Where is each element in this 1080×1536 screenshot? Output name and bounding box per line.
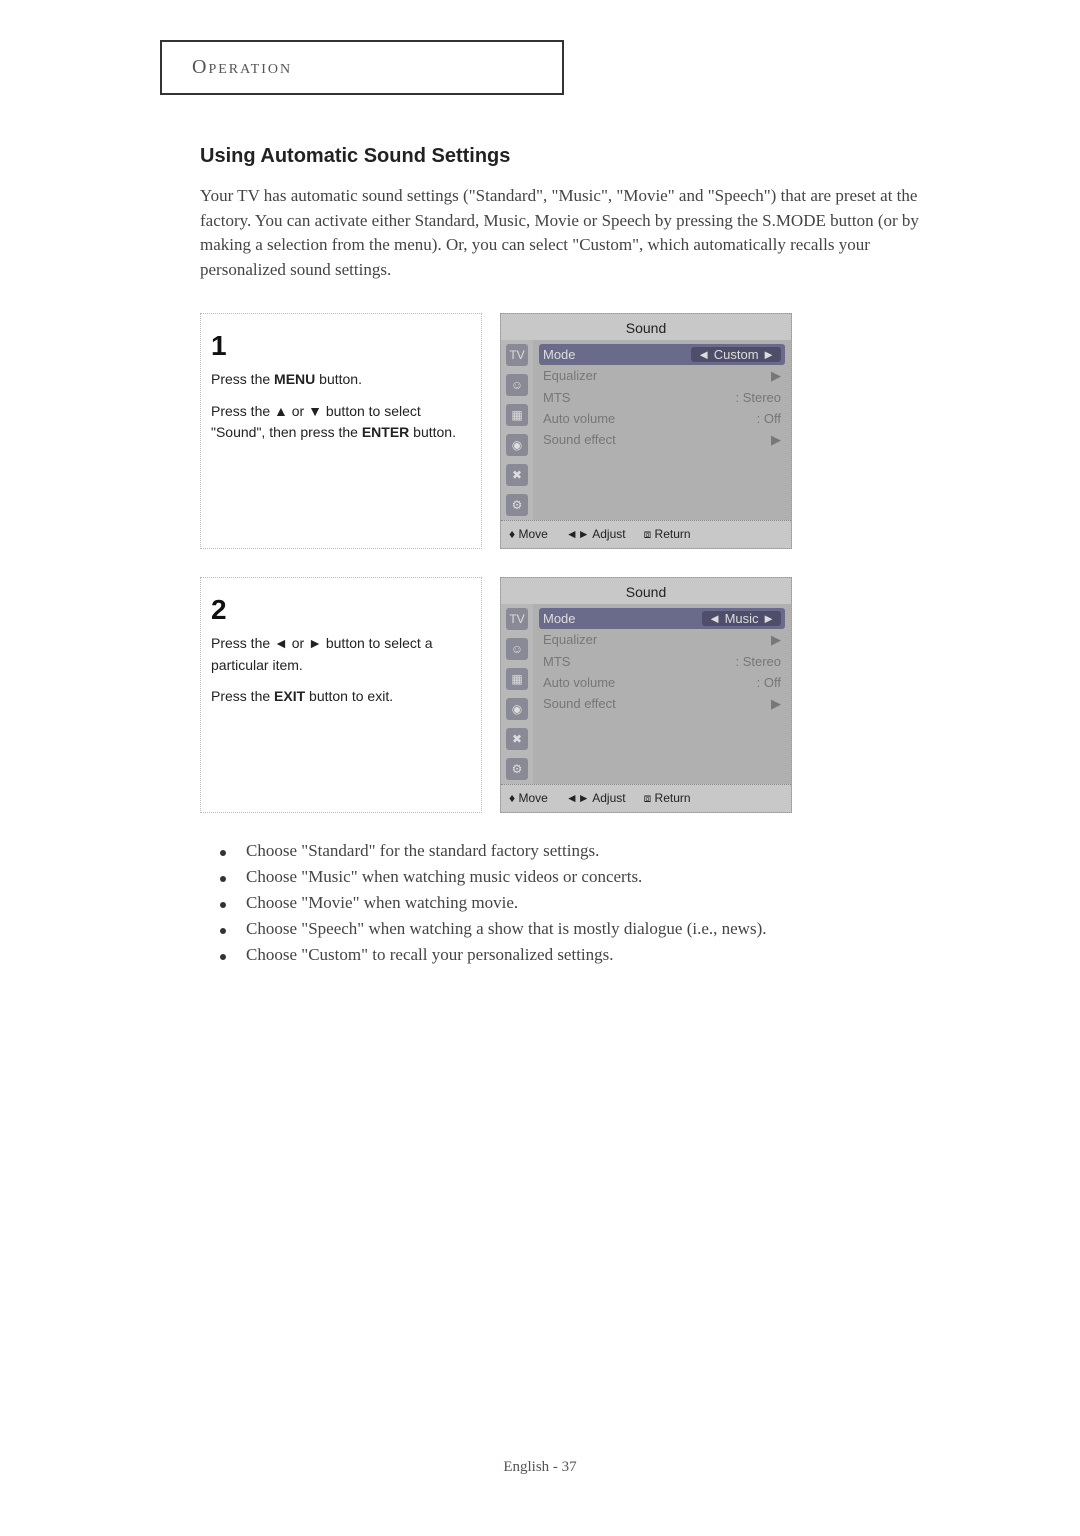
osd-row-value: : Off: [757, 411, 781, 426]
osd-row-label: Equalizer: [543, 368, 597, 384]
osd-row-value: ▶: [771, 696, 781, 712]
bullet-dot-icon: [220, 902, 226, 908]
osd-category-icon: ▦: [506, 668, 528, 690]
osd-hint: ◄► Adjust: [566, 527, 626, 542]
bullet-dot-icon: [220, 954, 226, 960]
osd-row-label: Mode: [543, 611, 576, 626]
bullet-item: Choose "Custom" to recall your personali…: [200, 945, 960, 965]
osd-row-label: Auto volume: [543, 411, 615, 426]
step-instructions: 2Press the ◄ or ► button to select a par…: [200, 577, 482, 813]
step-line: Press the ▲ or ▼ button to select "Sound…: [211, 401, 471, 444]
bullet-text: Choose "Speech" when watching a show tha…: [246, 919, 766, 939]
osd-row-value: ◄ Custom ►: [691, 347, 781, 362]
osd-row-value: ▶: [771, 432, 781, 448]
osd-category-icon: ✖: [506, 464, 528, 486]
osd-row: Auto volume : Off: [539, 408, 785, 429]
osd-icon-column: TV ☺ ▦ ◉ ✖ ⚙: [501, 340, 533, 520]
osd-category-icon: ☺: [506, 374, 528, 396]
bullet-list: Choose "Standard" for the standard facto…: [200, 841, 960, 965]
section-header: Operation: [192, 56, 292, 78]
osd-footer: ♦ Move ◄► Adjust ⧈ Return: [501, 784, 791, 812]
osd-footer: ♦ Move ◄► Adjust ⧈ Return: [501, 520, 791, 548]
osd-category-icon: ⚙: [506, 494, 528, 516]
step-block: 1Press the MENU button. Press the ▲ or ▼ …: [200, 313, 960, 549]
osd-category-icon: ◉: [506, 434, 528, 456]
osd-category-icon: TV: [506, 608, 528, 630]
step-block: 2Press the ◄ or ► button to select a par…: [200, 577, 960, 813]
step-line: Press the EXIT button to exit.: [211, 686, 471, 708]
osd-row: MTS : Stereo: [539, 651, 785, 672]
osd-icon-column: TV ☺ ▦ ◉ ✖ ⚙: [501, 604, 533, 784]
bullet-item: Choose "Movie" when watching movie.: [200, 893, 960, 913]
bullet-text: Choose "Custom" to recall your personali…: [246, 945, 614, 965]
osd-row-value: : Stereo: [735, 390, 781, 405]
osd-row-label: MTS: [543, 654, 570, 669]
intro-paragraph: Your TV has automatic sound settings ("S…: [200, 184, 960, 283]
osd-screenshot: Sound TV ☺ ▦ ◉ ✖ ⚙ Mode ◄ Custom ► Equalizer ▶ MTS:…: [500, 313, 792, 549]
bullet-dot-icon: [220, 928, 226, 934]
bullet-dot-icon: [220, 876, 226, 882]
bullet-dot-icon: [220, 850, 226, 856]
osd-row: Equalizer ▶: [539, 365, 785, 387]
osd-hint: ♦ Move: [509, 527, 548, 542]
osd-hint: ♦ Move: [509, 791, 548, 806]
osd-hint: ⧈ Return: [644, 791, 691, 806]
bullet-item: Choose "Music" when watching music video…: [200, 867, 960, 887]
section-header-box: Operation: [160, 40, 564, 95]
osd-row: Sound effect ▶: [539, 429, 785, 451]
osd-row-label: Equalizer: [543, 632, 597, 648]
osd-category-icon: ◉: [506, 698, 528, 720]
osd-row-label: Sound effect: [543, 432, 616, 448]
osd-category-icon: ✖: [506, 728, 528, 750]
osd-category-icon: TV: [506, 344, 528, 366]
osd-category-icon: ▦: [506, 404, 528, 426]
osd-row: Auto volume : Off: [539, 672, 785, 693]
osd-row-value: ▶: [771, 632, 781, 648]
osd-row-value: : Off: [757, 675, 781, 690]
step-line: Press the ◄ or ► button to select a part…: [211, 633, 471, 676]
osd-category-icon: ☺: [506, 638, 528, 660]
bullet-text: Choose "Standard" for the standard facto…: [246, 841, 599, 861]
osd-hint: ⧈ Return: [644, 527, 691, 542]
osd-row-value: ▶: [771, 368, 781, 384]
osd-row-label: MTS: [543, 390, 570, 405]
osd-row-label: Sound effect: [543, 696, 616, 712]
osd-row: Equalizer ▶: [539, 629, 785, 651]
osd-screenshot: Sound TV ☺ ▦ ◉ ✖ ⚙ Mode ◄ Music ► Equalizer ▶ MTS : …: [500, 577, 792, 813]
osd-row-value: : Stereo: [735, 654, 781, 669]
osd-title: Sound: [501, 314, 791, 340]
page-footer: English - 37: [0, 1459, 1080, 1476]
bullet-text: Choose "Movie" when watching movie.: [246, 893, 518, 913]
osd-row: Sound effect ▶: [539, 693, 785, 715]
osd-row: Mode ◄ Music ►: [539, 608, 785, 629]
step-number: 1: [211, 324, 471, 367]
osd-hint: ◄► Adjust: [566, 791, 626, 806]
bullet-item: Choose "Standard" for the standard facto…: [200, 841, 960, 861]
osd-row-value: ◄ Music ►: [702, 611, 781, 626]
osd-row: MTS : Stereo: [539, 387, 785, 408]
bullet-item: Choose "Speech" when watching a show tha…: [200, 919, 960, 939]
osd-row-label: Mode: [543, 347, 576, 362]
step-line: Press the MENU button.: [211, 369, 471, 391]
page-title: Using Automatic Sound Settings: [200, 145, 960, 168]
step-instructions: 1Press the MENU button. Press the ▲ or ▼ …: [200, 313, 482, 549]
step-number: 2: [211, 588, 471, 631]
osd-category-icon: ⚙: [506, 758, 528, 780]
osd-title: Sound: [501, 578, 791, 604]
osd-row: Mode ◄ Custom ►: [539, 344, 785, 365]
bullet-text: Choose "Music" when watching music video…: [246, 867, 642, 887]
osd-row-label: Auto volume: [543, 675, 615, 690]
